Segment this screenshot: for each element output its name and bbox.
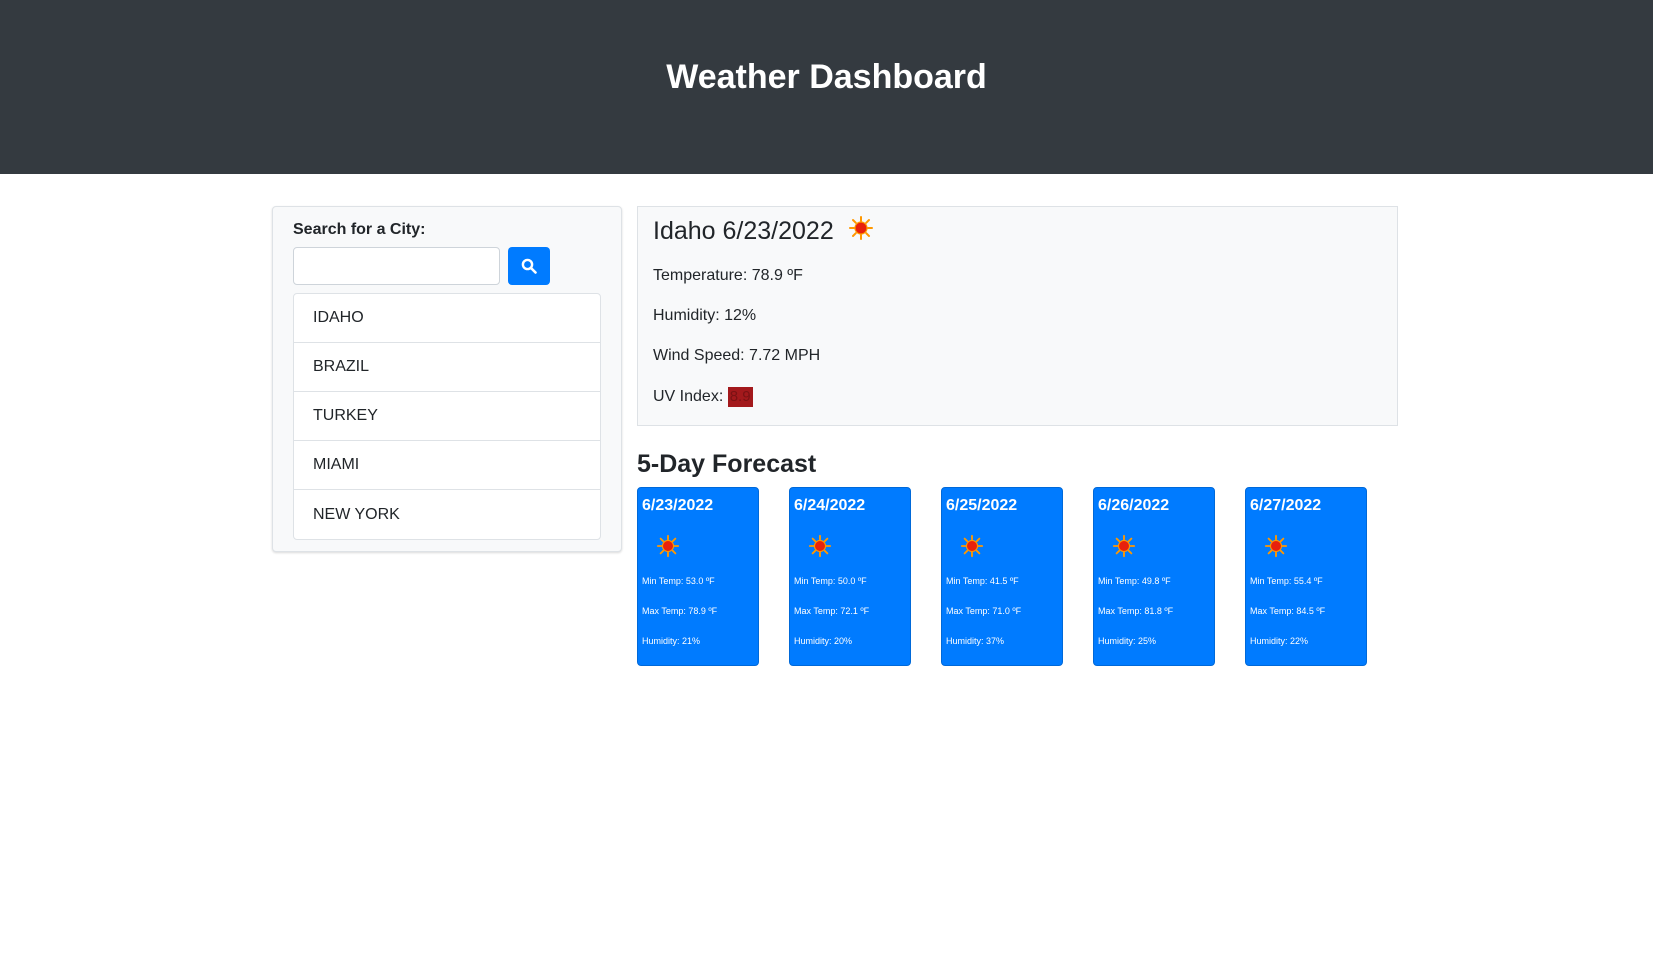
city-item-idaho[interactable]: IDAHO: [294, 294, 600, 343]
forecast-card: 6/25/2022 Min Temp: 41.5 ºF Max Temp: 71…: [941, 487, 1063, 666]
forecast-max-temp: Max Temp: 71.0 ºF: [946, 606, 1022, 616]
city-item-miami[interactable]: MIAMI: [294, 441, 600, 490]
sun-icon: [1112, 534, 1136, 563]
forecast-date: 6/24/2022: [794, 497, 866, 514]
forecast-humidity: Humidity: 21%: [642, 636, 701, 646]
uv-index-label: UV Index:: [653, 388, 728, 405]
current-humidity: Humidity: 12%: [653, 307, 757, 324]
forecast-humidity: Humidity: 25%: [1098, 636, 1157, 646]
forecast-max-temp: Max Temp: 72.1 ºF: [794, 606, 870, 616]
forecast-card: 6/27/2022 Min Temp: 55.4 ºF Max Temp: 84…: [1245, 487, 1367, 666]
search-button[interactable]: [508, 247, 550, 285]
forecast-min-temp: Min Temp: 55.4 ºF: [1250, 576, 1323, 586]
forecast-max-temp: Max Temp: 84.5 ºF: [1250, 606, 1326, 616]
forecast-heading: 5-Day Forecast: [637, 450, 817, 478]
city-item-new-york[interactable]: NEW YORK: [294, 490, 600, 539]
current-wind-speed: Wind Speed: 7.72 MPH: [653, 347, 821, 364]
forecast-row: 6/23/2022 Min Temp: 53.0 ºF Max Temp: 78…: [637, 487, 1377, 667]
forecast-date: 6/26/2022: [1098, 497, 1170, 514]
sun-icon: [656, 534, 680, 563]
current-weather-title: Idaho 6/23/2022: [653, 215, 874, 248]
forecast-date: 6/25/2022: [946, 497, 1018, 514]
forecast-humidity: Humidity: 20%: [794, 636, 853, 646]
search-icon: [521, 258, 537, 274]
current-uv-index: UV Index: 8.9: [653, 387, 753, 407]
sun-icon: [1264, 534, 1288, 563]
sun-icon: [848, 215, 874, 248]
forecast-min-temp: Min Temp: 49.8 ºF: [1098, 576, 1171, 586]
forecast-min-temp: Min Temp: 41.5 ºF: [946, 576, 1019, 586]
forecast-max-temp: Max Temp: 81.8 ºF: [1098, 606, 1174, 616]
forecast-min-temp: Min Temp: 50.0 ºF: [794, 576, 867, 586]
current-city-date: Idaho 6/23/2022: [653, 217, 834, 245]
current-weather-panel: Idaho 6/23/2022 Temperature: 78.9 ºF Hum…: [637, 206, 1398, 426]
search-label: Search for a City:: [293, 221, 426, 238]
forecast-date: 6/23/2022: [642, 497, 714, 514]
page-title: Weather Dashboard: [666, 57, 987, 96]
forecast-humidity: Humidity: 22%: [1250, 636, 1309, 646]
search-input[interactable]: [293, 247, 500, 285]
sun-icon: [808, 534, 832, 563]
forecast-humidity: Humidity: 37%: [946, 636, 1005, 646]
forecast-date: 6/27/2022: [1250, 497, 1322, 514]
city-item-brazil[interactable]: BRAZIL: [294, 343, 600, 392]
forecast-card: 6/23/2022 Min Temp: 53.0 ºF Max Temp: 78…: [637, 487, 759, 666]
app-header: Weather Dashboard: [0, 0, 1653, 174]
city-history-list: IDAHO BRAZIL TURKEY MIAMI NEW YORK: [293, 293, 601, 540]
forecast-card: 6/26/2022 Min Temp: 49.8 ºF Max Temp: 81…: [1093, 487, 1215, 666]
city-item-turkey[interactable]: TURKEY: [294, 392, 600, 441]
current-temperature: Temperature: 78.9 ºF: [653, 267, 803, 284]
forecast-max-temp: Max Temp: 78.9 ºF: [642, 606, 718, 616]
uv-index-badge: 8.9: [727, 387, 753, 407]
forecast-min-temp: Min Temp: 53.0 ºF: [642, 576, 715, 586]
forecast-card: 6/24/2022 Min Temp: 50.0 ºF Max Temp: 72…: [789, 487, 911, 666]
sun-icon: [960, 534, 984, 563]
search-panel: Search for a City: IDAHO BRAZIL TURKEY M…: [272, 206, 622, 552]
